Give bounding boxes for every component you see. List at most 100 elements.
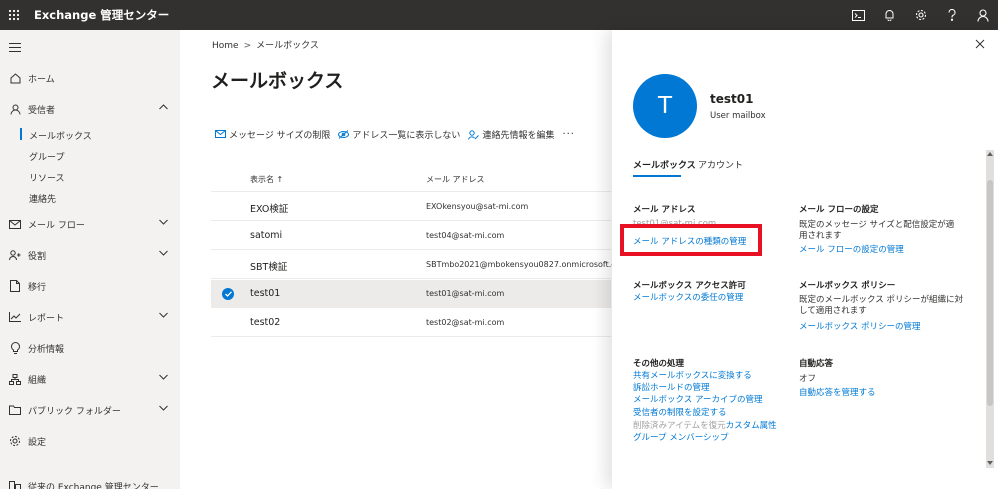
table-header: 表示名 ↑ メール アドレス: [211, 166, 611, 192]
nav-item-migration[interactable]: 移行: [0, 277, 180, 295]
restore-and-custom-attributes-line: 削除済みアイテムを復元カスタム属性: [633, 419, 777, 431]
report-icon: [8, 310, 22, 324]
page-title: メールボックス: [211, 70, 344, 92]
nav-item-home[interactable]: ホーム: [0, 69, 180, 87]
nav-item-settings[interactable]: 設定: [0, 432, 180, 450]
command-label: メッセージ サイズの制限: [229, 131, 331, 141]
scroll-down-icon[interactable]: [987, 461, 993, 465]
account-icon[interactable]: [967, 0, 998, 30]
nav-item-recipients[interactable]: 受信者: [0, 100, 180, 118]
row-display-name[interactable]: test01: [250, 288, 280, 299]
table-row[interactable]: SBT検証 SBTmbo2021@mbokensyou0827.onmicros…: [211, 251, 628, 279]
chevron-up-icon[interactable]: [159, 104, 168, 110]
left-nav: ホーム 受信者 メールボックス グループ リソース 連絡先 メール フロー 役割…: [0, 30, 180, 489]
table-row[interactable]: EXO検証 EXOkensyou@sat-mi.com: [211, 193, 611, 221]
nav-sub-mailboxes[interactable]: メールボックス: [20, 128, 92, 142]
mailbox-details-panel: T test01 User mailbox メールボックス アカウント メール …: [612, 30, 998, 489]
nav-item-insights[interactable]: 分析情報: [0, 339, 180, 357]
gear-icon[interactable]: [905, 0, 936, 30]
breadcrumb: Home > メールボックス: [212, 38, 319, 51]
column-header-email[interactable]: メール アドレス: [426, 174, 485, 185]
nav-collapse-button[interactable]: [0, 38, 180, 56]
section-title-mailbox-permissions: メールボックス アクセス許可: [633, 281, 746, 291]
folder-icon: [8, 403, 22, 417]
cloud-shell-icon[interactable]: [843, 0, 874, 30]
row-email: EXOkensyou@sat-mi.com: [426, 202, 529, 211]
manage-archive-link[interactable]: メールボックス アーカイブの管理: [633, 393, 762, 405]
panel-scroll-thumb[interactable]: [987, 180, 993, 406]
nav-item-public-folders[interactable]: パブリック フォルダー: [0, 401, 180, 419]
nav-item-mail-flow[interactable]: メール フロー: [0, 215, 180, 233]
nav-item-reports[interactable]: レポート: [0, 308, 180, 326]
manage-mail-flow-settings-link[interactable]: メール フローの設定の管理: [799, 243, 904, 255]
row-selected-check-icon[interactable]: [222, 288, 234, 300]
bell-icon[interactable]: [874, 0, 905, 30]
tab-mailbox[interactable]: メールボックス: [633, 158, 696, 171]
section-title-mail-flow: メール フローの設定: [799, 205, 879, 215]
nav-sub-contacts[interactable]: 連絡先: [29, 192, 56, 205]
edit-contact-info-button[interactable]: 連絡先情報を編集: [468, 128, 554, 141]
nav-item-label: 組織: [28, 375, 47, 386]
user-name: test01: [710, 92, 754, 106]
nav-item-classic-eac[interactable]: 従来の Exchange 管理センター: [0, 477, 180, 489]
breadcrumb-current: メールボックス: [256, 41, 319, 51]
litigation-hold-link[interactable]: 訴訟ホールドの管理: [633, 381, 710, 393]
row-display-name[interactable]: SBT検証: [250, 259, 287, 273]
table-row[interactable]: test02 test02@sat-mi.com: [211, 309, 611, 337]
avatar: T: [633, 74, 697, 138]
row-display-name[interactable]: satomi: [250, 230, 282, 241]
org-icon: [8, 372, 22, 386]
more-options-icon[interactable]: ···: [562, 129, 575, 140]
section-title-mailbox-policy: メールボックス ポリシー: [799, 281, 896, 291]
chevron-down-icon[interactable]: [159, 219, 168, 225]
chevron-down-icon[interactable]: [159, 374, 168, 380]
mailbox-type: User mailbox: [710, 111, 766, 121]
manage-delegation-link[interactable]: メールボックスの委任の管理: [633, 291, 743, 303]
help-icon[interactable]: [936, 0, 967, 30]
nav-item-roles[interactable]: 役割: [0, 246, 180, 264]
row-display-name[interactable]: EXO検証: [250, 201, 288, 215]
chevron-down-icon[interactable]: [159, 312, 168, 318]
row-email: test02@sat-mi.com: [426, 318, 505, 327]
app-title[interactable]: Exchange 管理センター: [34, 7, 169, 23]
convert-to-shared-link[interactable]: 共有メールボックスに変換する: [633, 369, 752, 381]
manage-mailbox-policy-link[interactable]: メールボックス ポリシーの管理: [799, 320, 920, 332]
chevron-down-icon[interactable]: [159, 405, 168, 411]
mail-flow-description-line: 用されます: [799, 231, 842, 241]
hide-icon: [338, 130, 350, 139]
auto-reply-status: オフ: [799, 374, 817, 384]
tab-account[interactable]: アカウント: [698, 158, 743, 171]
top-bar: Exchange 管理センター: [0, 0, 998, 30]
column-header-display-name[interactable]: 表示名 ↑: [250, 174, 283, 185]
row-display-name[interactable]: test02: [250, 317, 280, 328]
row-email: test01@sat-mi.com: [426, 289, 505, 298]
nav-item-label: 従来の Exchange 管理センター: [28, 482, 159, 489]
hide-from-address-list-button[interactable]: アドレス一覧に表示しない: [338, 128, 460, 141]
home-icon: [8, 71, 22, 85]
message-size-limit-button[interactable]: メッセージ サイズの制限: [215, 128, 330, 141]
recipient-limits-link[interactable]: 受信者の制限を設定する: [633, 406, 727, 418]
highlight-box: [620, 224, 762, 256]
nav-item-label: レポート: [28, 313, 65, 324]
scroll-up-icon[interactable]: [987, 152, 993, 156]
app-launcher-icon[interactable]: [0, 0, 28, 30]
nav-item-label: 受信者: [28, 105, 56, 116]
breadcrumb-home[interactable]: Home: [212, 41, 239, 51]
group-membership-link[interactable]: グループ メンバーシップ: [633, 431, 729, 443]
table-row-selected[interactable]: test01 test01@sat-mi.com: [211, 280, 611, 308]
nav-sub-resources[interactable]: リソース: [29, 171, 65, 184]
hamburger-icon: [8, 40, 22, 54]
section-title-mail-address: メール アドレス: [633, 205, 696, 215]
nav-item-organization[interactable]: 組織: [0, 370, 180, 388]
close-icon[interactable]: [975, 39, 985, 49]
chevron-down-icon[interactable]: [159, 250, 168, 256]
nav-item-label: 分析情報: [28, 344, 65, 355]
row-email: test04@sat-mi.com: [426, 231, 505, 240]
nav-sub-groups[interactable]: グループ: [29, 150, 64, 163]
nav-item-label: 設定: [28, 437, 47, 448]
manage-auto-reply-link[interactable]: 自動応答を管理する: [799, 386, 876, 398]
table-row[interactable]: satomi test04@sat-mi.com: [211, 222, 611, 250]
mail-flow-description-line: 既定のメッセージ サイズと配信設定が適: [799, 220, 955, 230]
section-title-other-actions: その他の処理: [633, 359, 685, 369]
custom-attributes-link[interactable]: カスタム属性: [726, 421, 777, 431]
